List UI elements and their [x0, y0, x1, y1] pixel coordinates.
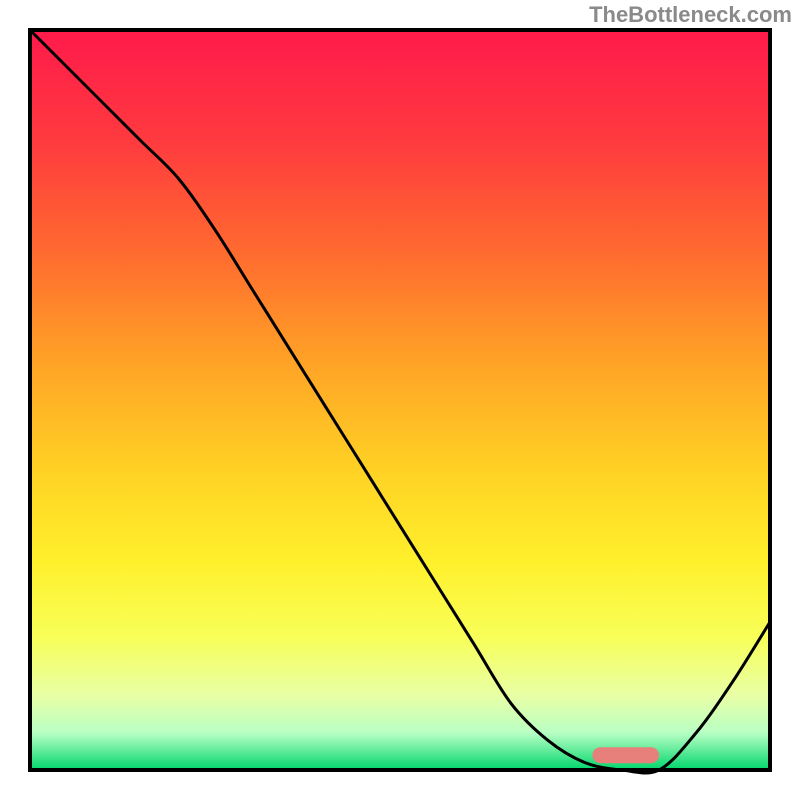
bottleneck-chart [0, 0, 800, 800]
watermark-text: TheBottleneck.com [589, 2, 792, 28]
optimal-range-marker [592, 747, 659, 763]
chart-container: TheBottleneck.com [0, 0, 800, 800]
